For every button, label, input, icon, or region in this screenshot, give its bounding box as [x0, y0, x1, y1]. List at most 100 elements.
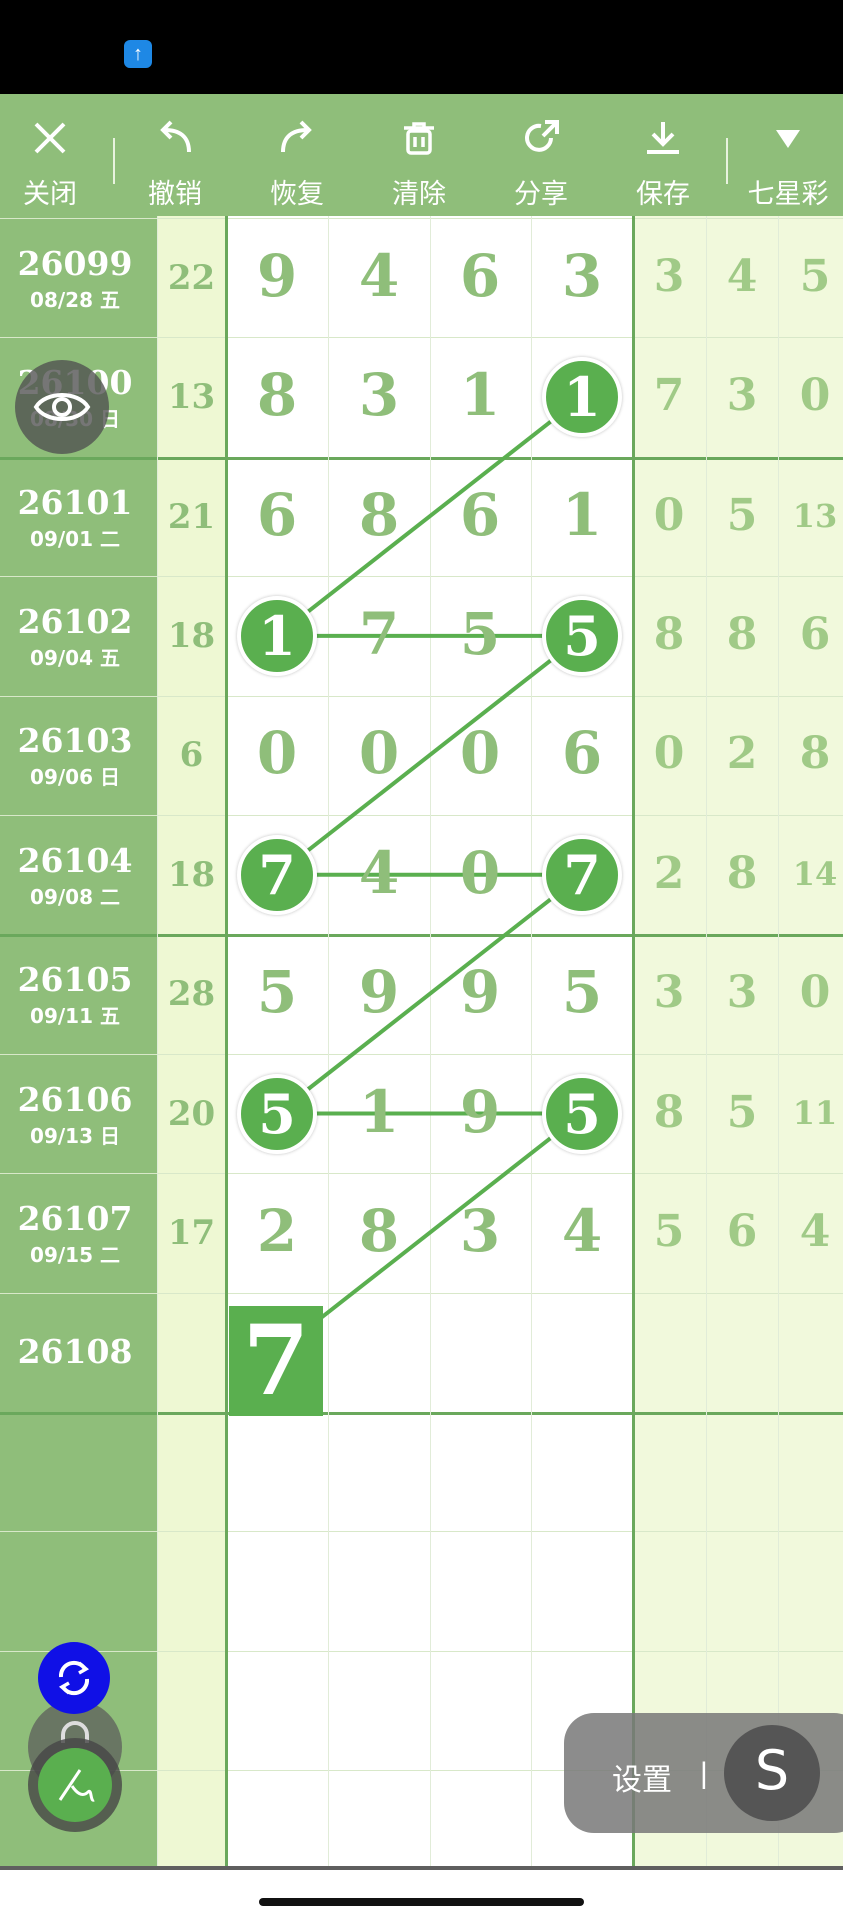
digit-cell[interactable]: 1	[329, 1078, 429, 1146]
period-date: 08/28 五	[30, 288, 120, 312]
digit-cell[interactable]: 9	[430, 958, 530, 1026]
settings-label[interactable]: 设置	[612, 1755, 672, 1799]
extra-value: 0	[653, 490, 685, 541]
highlighted-digit[interactable]: 7	[542, 835, 622, 915]
sum-value: 20	[167, 1094, 216, 1134]
pending-digit-cell[interactable]: 7	[229, 1306, 323, 1416]
digit-cell[interactable]: 6	[430, 242, 530, 310]
digit-cell[interactable]: 0	[329, 719, 429, 787]
connection-lines	[275, 395, 584, 1354]
highlighted-digit[interactable]: 1	[237, 596, 317, 676]
digit-cell[interactable]: 9	[227, 242, 327, 310]
extra-value: 2	[726, 728, 758, 779]
extra-value: 3	[653, 967, 685, 1018]
lottery-label: 七星彩	[747, 179, 829, 210]
digit-cell[interactable]: 1	[532, 481, 632, 549]
period-date: 09/01 二	[30, 527, 120, 551]
digit-cell[interactable]: 8	[227, 361, 327, 429]
digit-cell[interactable]: 9	[430, 1078, 530, 1146]
digit-cell[interactable]: 6	[227, 481, 327, 549]
highlighted-digit[interactable]: 5	[237, 1074, 317, 1154]
dropdown-triangle-icon	[738, 118, 838, 158]
extra-value: 3	[726, 370, 758, 421]
redo-label: 恢复	[270, 179, 324, 210]
extra-value: 13	[792, 497, 838, 535]
lottery-select[interactable]: 七星彩	[738, 94, 838, 216]
digit-cell[interactable]: 3	[329, 361, 429, 429]
sum-value: 21	[167, 497, 216, 537]
period-number: 26105	[17, 960, 133, 999]
extra-value: 7	[653, 370, 685, 421]
extra-value: 8	[799, 728, 831, 779]
period-date: 09/08 二	[30, 885, 120, 909]
home-indicator[interactable]	[259, 1898, 584, 1906]
digit-cell[interactable]: 3	[532, 242, 632, 310]
close-button[interactable]: 关闭	[0, 94, 100, 216]
digit-cell[interactable]: 6	[532, 719, 632, 787]
share-button[interactable]: 分享	[491, 94, 591, 216]
digit-cell[interactable]: 0	[430, 719, 530, 787]
save-button[interactable]: 保存	[613, 94, 713, 216]
clear-label: 清除	[392, 179, 446, 210]
digit-cell[interactable]: 7	[329, 600, 429, 668]
sync-button[interactable]	[38, 1642, 110, 1714]
digit-cell[interactable]: 8	[329, 1197, 429, 1265]
digit-cell[interactable]: 8	[329, 481, 429, 549]
digit-cell[interactable]: 5	[430, 600, 530, 668]
highlighted-digit[interactable]: 1	[542, 357, 622, 437]
digit-cell[interactable]: 6	[430, 481, 530, 549]
status-app-icon: ↑	[124, 40, 152, 68]
clear-button[interactable]: 清除	[369, 94, 469, 216]
extra-value: 5	[799, 251, 831, 302]
digit-cell[interactable]: 3	[430, 1197, 530, 1265]
status-bar: ↑	[0, 0, 843, 94]
digit-cell[interactable]: 0	[227, 719, 327, 787]
bottom-bar	[0, 1870, 843, 1920]
sum-value: 28	[167, 974, 216, 1014]
download-icon	[613, 118, 713, 158]
share-icon	[491, 118, 591, 158]
pen-icon	[58, 1769, 95, 1802]
share-label: 分享	[514, 179, 568, 210]
digit-cell[interactable]: 2	[227, 1197, 327, 1265]
digit-cell[interactable]: 4	[532, 1197, 632, 1265]
extra-value: 3	[653, 251, 685, 302]
sum-value: 22	[167, 258, 216, 298]
digit-cell[interactable]: 5	[227, 958, 327, 1026]
trend-chart-grid[interactable]: 2609908/28 五2294633452610008/30 日1383117…	[0, 216, 843, 1870]
digit-cell[interactable]: 4	[329, 839, 429, 907]
sum-value: 18	[167, 616, 216, 656]
extra-value: 5	[653, 1206, 685, 1257]
highlighted-digit[interactable]: 7	[237, 835, 317, 915]
redo-icon	[247, 118, 347, 158]
digit-cell[interactable]: 4	[329, 242, 429, 310]
extra-value: 8	[726, 848, 758, 899]
period-date: 09/13 日	[30, 1124, 120, 1148]
digit-cell[interactable]: 5	[532, 958, 632, 1026]
undo-button[interactable]: 撤销	[125, 94, 225, 216]
sum-value: 13	[167, 377, 216, 417]
highlighted-digit[interactable]: 5	[542, 596, 622, 676]
visibility-toggle-button[interactable]	[15, 360, 109, 454]
settings-s-button[interactable]: S	[724, 1725, 820, 1821]
sync-icon	[58, 1660, 90, 1696]
extra-value: 5	[726, 1087, 758, 1138]
period-date: 09/06 日	[30, 765, 120, 789]
sum-value: 6	[179, 735, 204, 775]
highlighted-digit[interactable]: 5	[542, 1074, 622, 1154]
extra-value: 5	[726, 490, 758, 541]
digit-cell[interactable]: 9	[329, 958, 429, 1026]
extra-value: 8	[653, 1087, 685, 1138]
sum-value: 17	[167, 1213, 216, 1253]
digit-cell[interactable]: 0	[430, 839, 530, 907]
draw-button[interactable]	[28, 1738, 122, 1832]
period-number: 26102	[17, 602, 133, 641]
period-number: 26106	[17, 1080, 133, 1119]
extra-value: 0	[653, 728, 685, 779]
period-number: 26104	[17, 841, 133, 880]
extra-value: 3	[726, 967, 758, 1018]
settings-panel[interactable]: 设置 | S	[564, 1713, 843, 1833]
digit-cell[interactable]: 1	[430, 361, 530, 429]
redo-button[interactable]: 恢复	[247, 94, 347, 216]
period-number: 26103	[17, 721, 133, 760]
